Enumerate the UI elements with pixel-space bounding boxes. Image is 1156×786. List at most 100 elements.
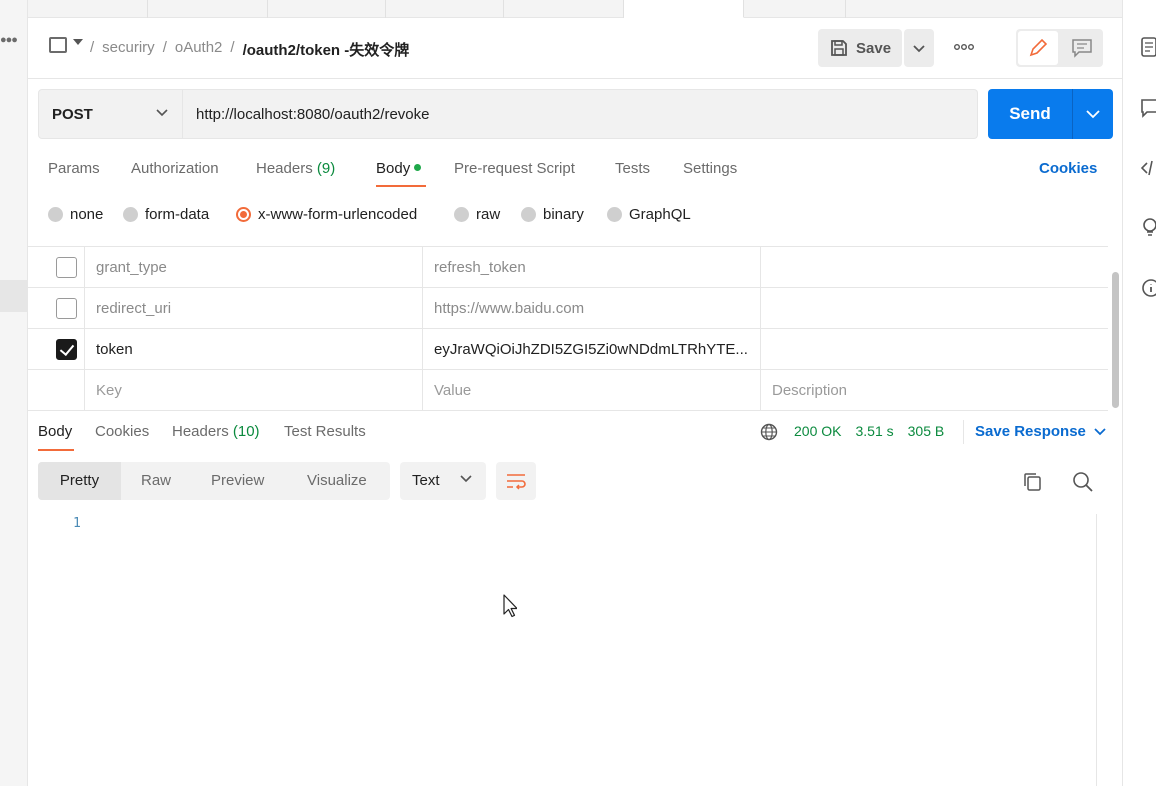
radio-none[interactable]: none [48,206,103,223]
row-checkbox[interactable] [56,298,77,319]
radio-circle [607,207,622,222]
radio-label: none [70,206,104,223]
more-options-button[interactable] [950,35,978,59]
response-size[interactable]: 305 B [908,423,945,441]
view-pretty[interactable]: Pretty [38,462,121,500]
request-header: / securiry / oAuth2 / /oauth2/token -失效令… [28,18,1122,79]
save-button[interactable]: Save [818,29,902,67]
tab-response-body[interactable]: Body [38,423,72,440]
breadcrumb-item-folder[interactable]: oAuth2 [175,39,223,60]
wrap-lines-button[interactable] [496,462,536,500]
row-checkbox-cell [28,370,84,411]
row-checkbox-cell [28,288,84,329]
tab-prerequest-script[interactable]: Pre-request Script [454,160,575,177]
tab-settings[interactable]: Settings [683,160,737,177]
param-key[interactable]: redirect_uri [84,288,422,329]
tab-response-headers[interactable]: Headers (10) [172,423,260,440]
tab-params[interactable]: Params [48,160,100,177]
send-button[interactable]: Send [988,89,1113,139]
view-visualize[interactable]: Visualize [307,462,367,500]
radio-graphql[interactable]: GraphQL [607,206,691,223]
request-tab-strip [28,0,1122,18]
send-options-dropdown[interactable] [1073,89,1113,139]
breadcrumb-separator: / [162,39,167,56]
param-value[interactable]: https://www.baidu.com [422,288,760,329]
sidebar-selected-item[interactable] [0,280,27,312]
sidebar-more-icon[interactable]: ●●● [0,34,18,46]
code-icon[interactable] [1141,158,1156,178]
breadcrumb: / securiry / oAuth2 / /oauth2/token -失效令… [90,39,409,60]
param-description[interactable] [760,329,1108,370]
save-response-button[interactable]: Save Response [975,423,1106,440]
save-options-dropdown[interactable] [904,29,934,67]
chevron-down-icon [1094,428,1106,436]
param-value[interactable]: refresh_token [422,247,760,288]
chevron-down-icon [913,45,925,53]
mouse-pointer-icon [503,594,517,618]
tab-headers-count: (9) [316,160,336,177]
editor-scrollbar[interactable] [1096,514,1113,786]
radio-circle [521,207,536,222]
view-raw[interactable]: Raw [141,462,171,500]
request-tab[interactable] [386,0,504,18]
lightbulb-icon[interactable] [1141,217,1156,237]
radio-form-data[interactable]: form-data [123,206,209,223]
new-description-input[interactable]: Description [760,370,1108,411]
radio-label: binary [543,206,584,223]
radio-label: raw [476,206,501,223]
new-value-input[interactable]: Value [422,370,760,411]
http-method-select[interactable]: POST [38,89,183,139]
breadcrumb-separator: / [230,39,235,56]
request-tab[interactable] [28,0,148,18]
radio-raw[interactable]: raw [454,206,500,223]
edit-mode-button[interactable] [1018,31,1058,65]
response-time[interactable]: 3.51 s [855,423,893,441]
search-icon[interactable] [1071,470,1095,494]
radio-circle-selected [236,207,251,222]
param-description[interactable] [760,288,1108,329]
response-format-select[interactable]: Text [400,462,486,500]
request-tab[interactable] [148,0,268,18]
breadcrumb-item-collection[interactable]: securiry [102,39,155,60]
request-tab[interactable] [744,0,846,18]
tab-test-results[interactable]: Test Results [284,423,366,440]
comments-icon[interactable] [1141,98,1156,118]
request-name[interactable]: /oauth2/token -失效令牌 [243,39,410,60]
radio-circle [48,207,63,222]
info-icon[interactable] [1141,278,1156,298]
tab-tests[interactable]: Tests [615,160,650,177]
url-input[interactable]: http://localhost:8080/oauth2/revoke [183,89,978,139]
cookies-link[interactable]: Cookies [1039,160,1097,177]
param-value[interactable]: eyJraWQiOiJhZDI5ZGI5Zi0wNDdmLTRhYTE... [422,329,760,370]
row-checkbox[interactable] [56,257,77,278]
tab-authorization[interactable]: Authorization [131,160,219,177]
tab-headers[interactable]: Headers (9) [256,160,335,177]
param-description[interactable] [760,247,1108,288]
copy-icon[interactable] [1022,471,1044,493]
row-checkbox-cell [28,247,84,288]
param-key[interactable]: grant_type [84,247,422,288]
param-key[interactable]: token [84,329,422,370]
response-format-label: Text [412,472,440,489]
request-tab-active[interactable] [624,0,744,18]
tab-body-label: Body [376,160,411,177]
documentation-icon[interactable] [1141,37,1156,57]
request-tab[interactable] [504,0,624,18]
row-checkbox-checked[interactable] [56,339,77,360]
radio-x-www-form-urlencoded[interactable]: x-www-form-urlencoded [236,206,417,223]
caret-down-icon[interactable] [73,39,83,45]
response-view-mode: Pretty Raw Preview Visualize [38,462,390,500]
tab-body[interactable]: Body [376,160,422,177]
comment-mode-button[interactable] [1062,31,1102,65]
new-key-input[interactable]: Key [84,370,422,411]
tab-response-cookies[interactable]: Cookies [95,423,149,440]
tab-response-headers-count: (10) [232,423,260,440]
response-stats: 200 OK 3.51 s 305 B [760,423,944,441]
status-code[interactable]: 200 OK [794,423,841,441]
globe-icon[interactable] [760,423,778,441]
wrap-lines-icon [507,474,526,490]
view-preview[interactable]: Preview [211,462,264,500]
radio-binary[interactable]: binary [521,206,584,223]
request-tab[interactable] [268,0,386,18]
params-scrollbar[interactable] [1112,272,1119,408]
